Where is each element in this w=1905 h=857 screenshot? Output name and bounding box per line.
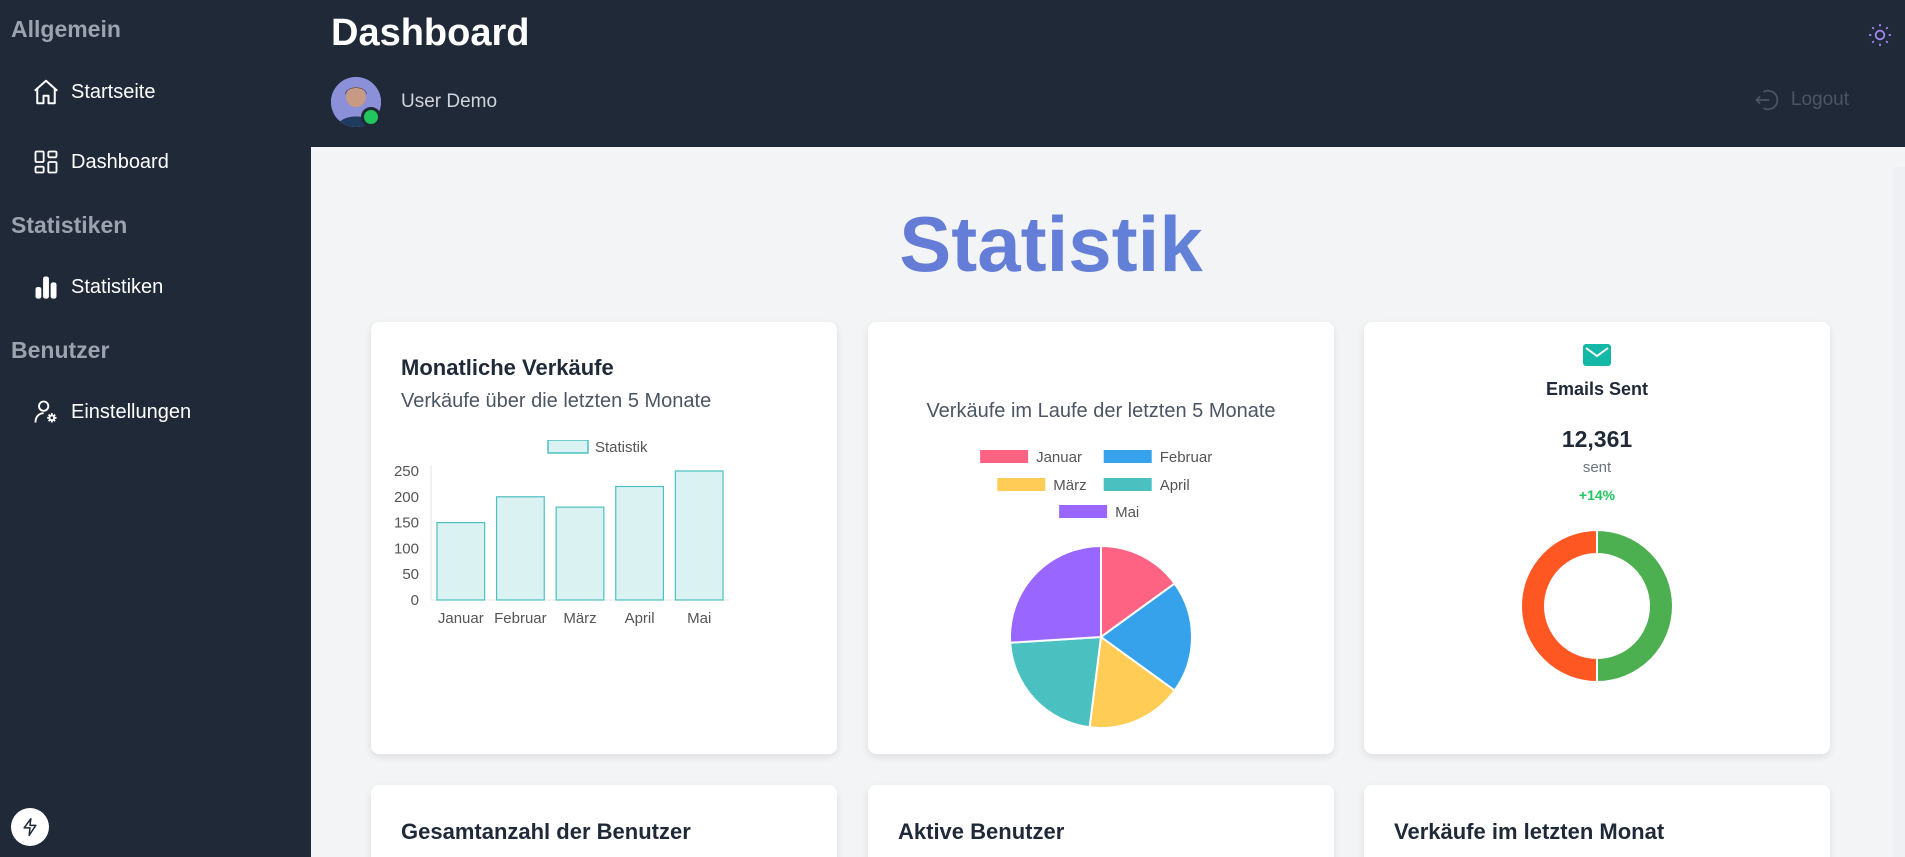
- last-month-sales-card: Verkäufe im letzten Monat: [1364, 785, 1830, 857]
- pie-slice: [1009, 544, 1102, 644]
- emails-sent-card: Emails Sent 12,361 sent +14%: [1364, 322, 1830, 754]
- bar: [674, 470, 724, 601]
- legend-label: Mai: [1115, 504, 1139, 521]
- logout-icon: [1755, 89, 1779, 111]
- user-settings-icon: [30, 396, 62, 428]
- sidebar-section-statistiken: Statistiken: [11, 212, 128, 238]
- mail-icon: [1583, 344, 1611, 371]
- y-tick-label: 200: [394, 489, 419, 506]
- statistics-title: Statistik: [311, 199, 1791, 290]
- bar: [436, 521, 486, 601]
- donut-chart: [1520, 528, 1674, 684]
- y-tick-label: 150: [394, 515, 419, 532]
- pie-chart-card: Verkäufe im Laufe der letzten 5 Monate J…: [868, 322, 1334, 754]
- x-tick-label: April: [625, 610, 655, 627]
- bar: [615, 485, 665, 601]
- sidebar-section-benutzer: Benutzer: [11, 337, 110, 363]
- y-tick-label: 0: [411, 592, 419, 609]
- legend-label: März: [1053, 477, 1086, 494]
- logout-label: Logout: [1790, 89, 1849, 110]
- home-icon: [30, 76, 62, 108]
- logout-button[interactable]: Logout: [1753, 86, 1849, 114]
- emails-title: Emails Sent: [1545, 379, 1649, 399]
- bar: [495, 496, 545, 601]
- header: Dashboard User Demo Logout: [311, 0, 1905, 147]
- sidebar-section-allgemein: Allgemein: [11, 16, 121, 42]
- sidebar-item-einstellungen[interactable]: Einstellungen: [30, 390, 191, 434]
- bar-chart: Statistik 250 200 150 100 50 0 Januar Februar Mär…: [394, 440, 729, 627]
- x-tick-label: Januar: [438, 610, 484, 627]
- bar-chart-icon: [30, 271, 62, 303]
- active-users-card: Aktive Benutzer: [868, 785, 1334, 857]
- sidebar-item-dashboard[interactable]: Dashboard: [30, 140, 169, 184]
- sidebar-item-label: Statistiken: [71, 275, 164, 298]
- card-title: Aktive Benutzer: [898, 819, 1065, 844]
- total-users-card: Gesamtanzahl der Benutzer: [371, 785, 837, 857]
- card-title: Gesamtanzahl der Benutzer: [401, 819, 691, 844]
- card-title: Verkäufe im Laufe der letzten 5 Monate: [926, 400, 1276, 422]
- sidebar-item-statistiken[interactable]: Statistiken: [30, 265, 163, 309]
- emails-count: 12,361: [1561, 426, 1633, 452]
- card-title: Verkäufe im letzten Monat: [1394, 819, 1665, 844]
- sidebar-item-startseite[interactable]: Startseite: [30, 70, 155, 114]
- card-title: Monatliche Verkäufe: [401, 355, 614, 380]
- user-name: User Demo: [401, 91, 498, 112]
- x-tick-label: Februar: [494, 610, 547, 627]
- legend-swatch: [980, 450, 1029, 463]
- card-subtitle: Verkäufe über die letzten 5 Monate: [401, 390, 712, 412]
- legend-swatch: [547, 440, 589, 454]
- emails-change-badge: +14%: [1578, 487, 1616, 503]
- legend-label: April: [1160, 477, 1190, 494]
- donut-segment: [1520, 528, 1598, 684]
- sidebar-item-label: Einstellungen: [71, 400, 192, 423]
- legend-label: Februar: [1160, 450, 1213, 466]
- sidebar-item-label: Startseite: [71, 80, 156, 103]
- y-tick-label: 50: [402, 566, 419, 583]
- sidebar-item-label: Dashboard: [71, 150, 169, 173]
- sidebar: Allgemein Startseite Dashboard Statistik…: [0, 0, 311, 857]
- status-indicator: [361, 107, 381, 127]
- legend-label: Januar: [1036, 450, 1082, 466]
- sun-icon[interactable]: [1867, 22, 1893, 48]
- donut-segment: [1596, 528, 1674, 684]
- y-tick-label: 250: [394, 463, 419, 480]
- bar: [555, 506, 605, 601]
- legend-swatch: [1103, 450, 1152, 463]
- y-tick-label: 100: [394, 540, 419, 557]
- monthly-sales-card: Monatliche Verkäufe Verkäufe über die le…: [371, 322, 837, 754]
- pie-chart: Januar Februar März April Mai: [980, 450, 1213, 729]
- emails-unit: sent: [1582, 459, 1612, 476]
- scrollbar[interactable]: [1893, 167, 1905, 857]
- x-tick-label: Mai: [687, 610, 711, 627]
- legend-swatch: [1103, 478, 1152, 491]
- bolt-icon[interactable]: [11, 808, 49, 846]
- x-tick-label: März: [563, 610, 596, 627]
- legend-swatch: [997, 478, 1046, 491]
- pie-slice: [1009, 635, 1103, 729]
- dashboard-icon: [30, 146, 62, 178]
- page-title: Dashboard: [331, 12, 530, 54]
- legend-swatch: [1059, 505, 1108, 518]
- legend-label: Statistik: [595, 440, 648, 456]
- main-content: Statistik Monatliche Verkäufe Verkäufe ü…: [311, 147, 1905, 857]
